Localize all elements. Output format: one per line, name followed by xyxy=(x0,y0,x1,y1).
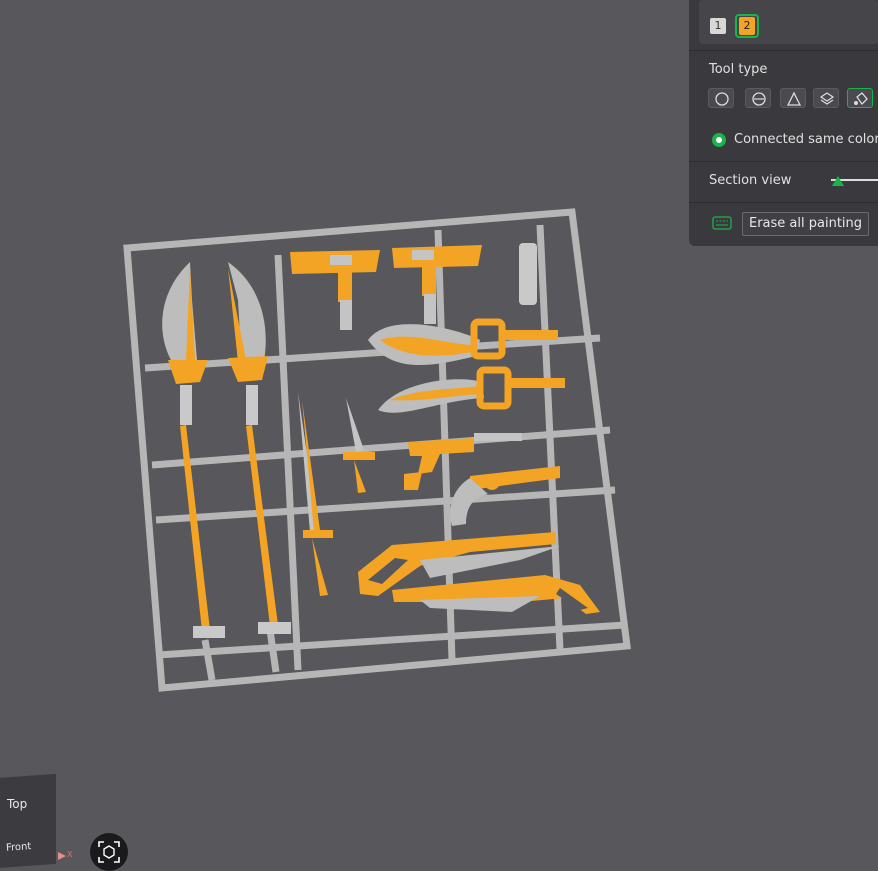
triangle-icon xyxy=(786,91,802,106)
fit-view-button[interactable] xyxy=(90,833,128,871)
view-cube-top-label[interactable]: Top xyxy=(7,797,27,811)
knife-lower xyxy=(378,366,565,413)
filament-1-button[interactable]: 1 xyxy=(710,18,726,34)
view-cube-front-label[interactable]: Front xyxy=(6,841,32,854)
paint-panel: 1 2 Tool type Connected same color Secti… xyxy=(689,0,878,246)
circle-tool-button[interactable] xyxy=(708,88,734,108)
section-view-label: Section view xyxy=(709,173,792,188)
sprue-runner xyxy=(266,629,280,673)
erase-all-painting-button[interactable]: Erase all painting xyxy=(742,212,870,236)
divider xyxy=(689,202,878,203)
axis-x-label: X xyxy=(67,850,73,859)
sprue-runner xyxy=(155,486,616,524)
connected-same-color-label: Connected same color xyxy=(734,132,878,147)
connected-same-color-radio[interactable] xyxy=(712,133,726,147)
spear-left xyxy=(162,262,225,638)
fit-view-icon xyxy=(98,841,120,863)
shotgun-lower xyxy=(392,575,600,614)
sword-long xyxy=(298,392,333,596)
paint-bucket-icon xyxy=(854,92,868,106)
sphere-tool-button[interactable] xyxy=(745,88,771,108)
triangle-tool-button[interactable] xyxy=(780,88,806,108)
circle-icon xyxy=(715,92,729,106)
sprue-runner xyxy=(151,426,611,469)
filament-selector: 1 2 xyxy=(699,0,878,44)
layers-icon xyxy=(819,92,835,105)
view-cube[interactable] xyxy=(0,773,56,869)
sphere-icon xyxy=(752,92,766,106)
tool-type-label: Tool type xyxy=(709,62,768,77)
smg-left xyxy=(290,250,380,330)
sprue-runner xyxy=(201,639,216,681)
fill-tool-button[interactable] xyxy=(847,88,873,108)
divider xyxy=(689,50,878,51)
section-view-slider-thumb[interactable] xyxy=(832,176,844,186)
filament-2-button[interactable]: 2 xyxy=(739,17,755,35)
keyboard-icon[interactable] xyxy=(712,216,732,230)
sprue-runner xyxy=(274,254,302,671)
divider xyxy=(689,161,878,162)
height-range-tool-button[interactable] xyxy=(813,88,839,108)
suppressor xyxy=(519,243,537,305)
